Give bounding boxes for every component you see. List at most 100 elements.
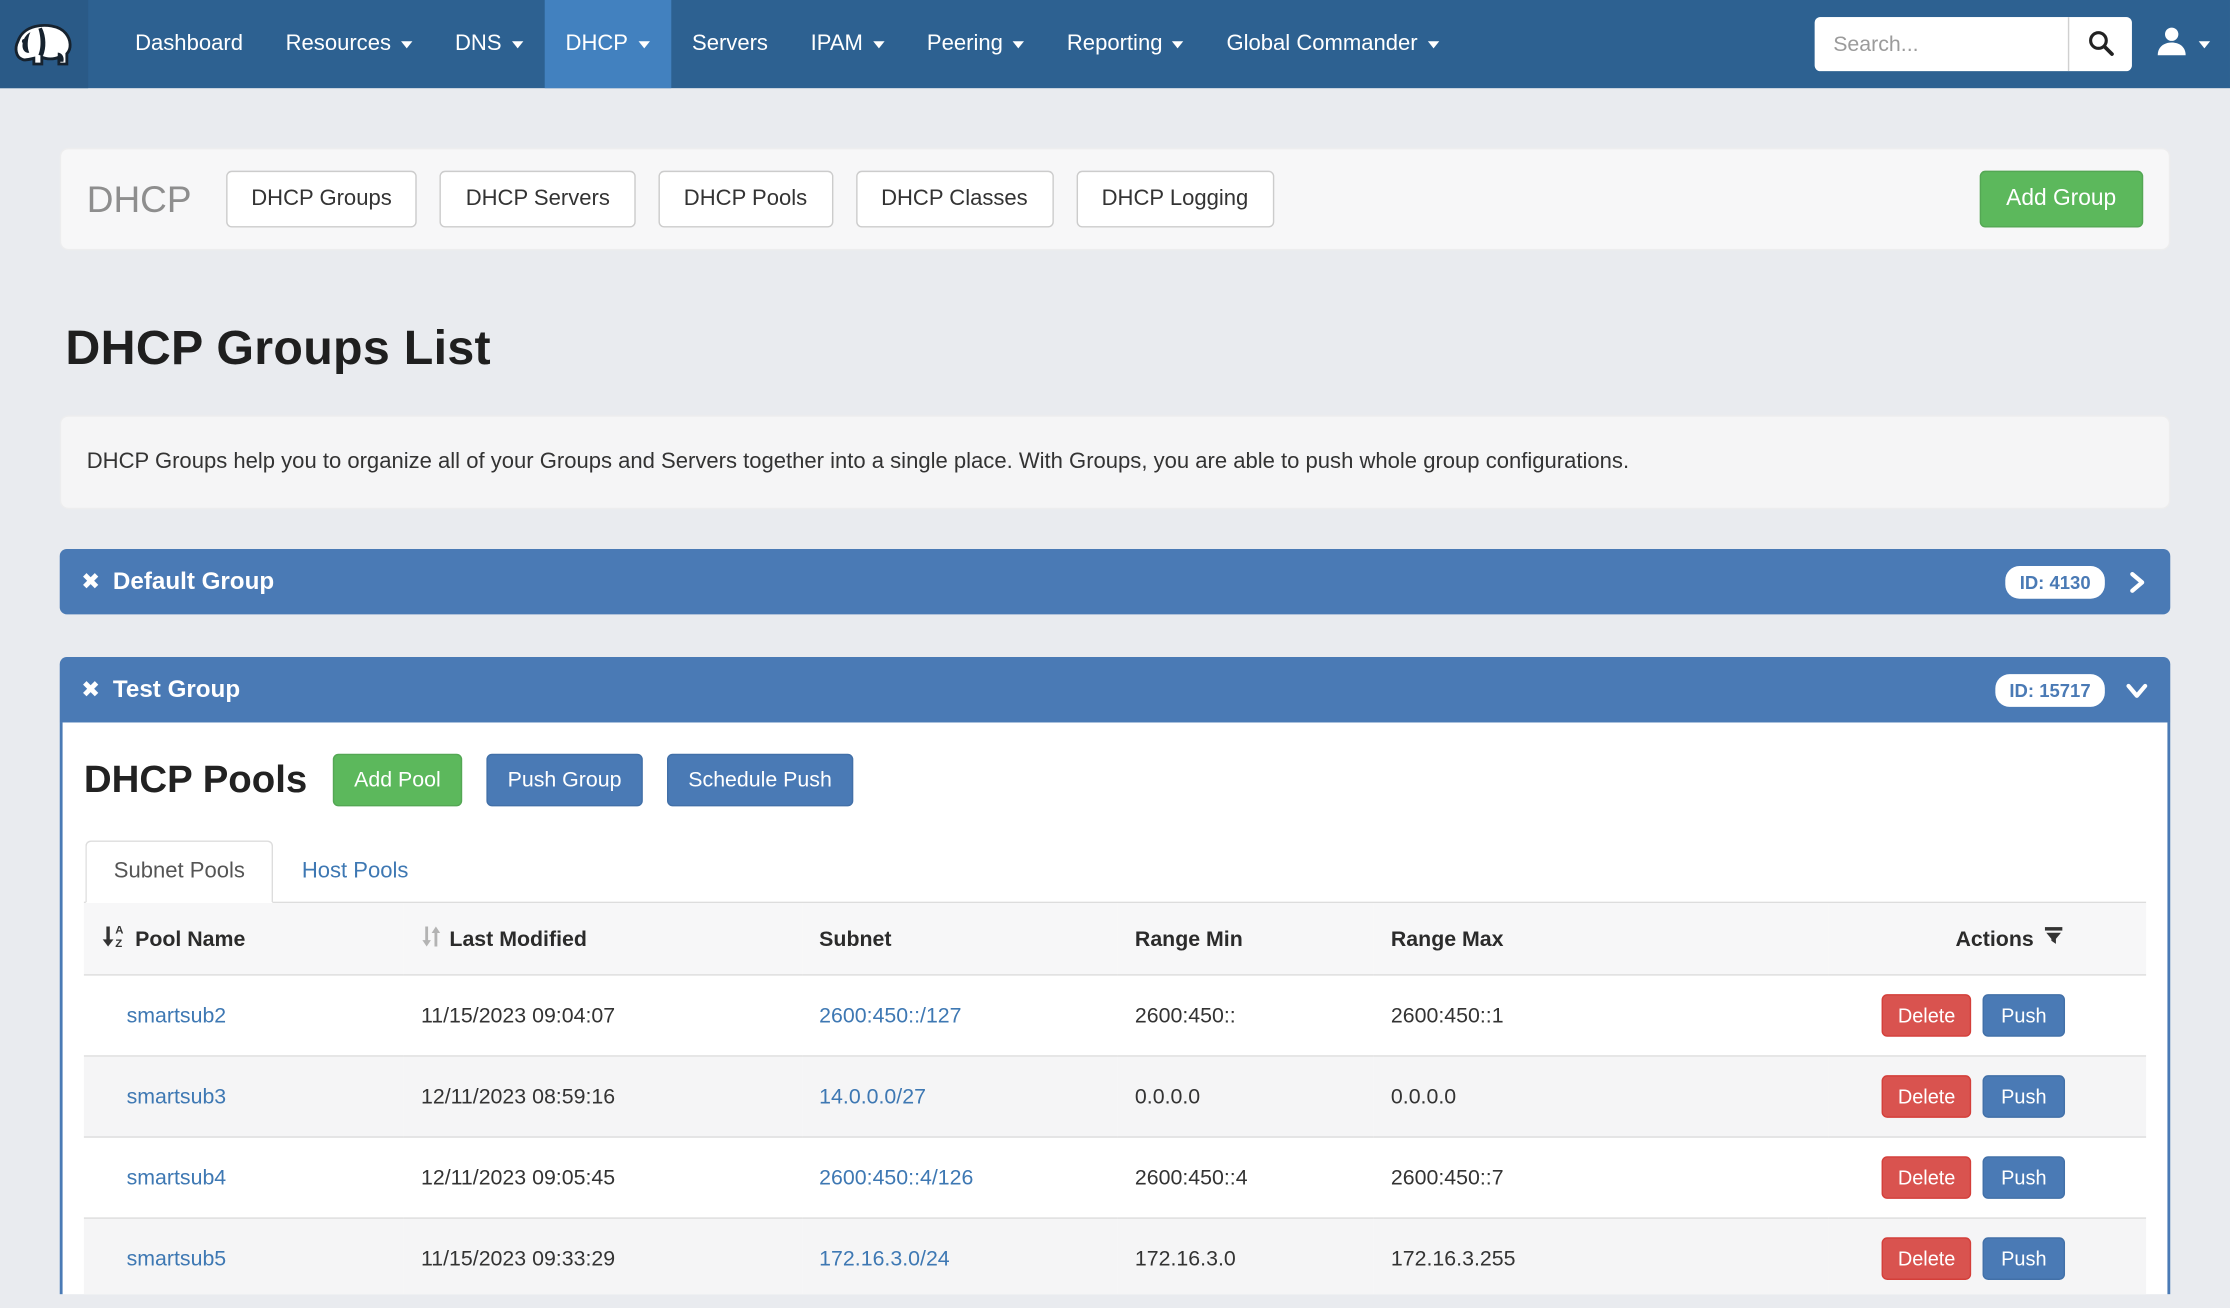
filter-icon[interactable] xyxy=(2042,924,2065,952)
caret-down-icon xyxy=(873,41,884,48)
main-nav: Dashboard Resources DNS DHCP Servers IPA… xyxy=(114,0,1461,88)
sort-alpha-desc-icon: A Z xyxy=(101,923,127,954)
page-description: DHCP Groups help you to organize all of … xyxy=(60,415,2171,509)
group-name: Default Group xyxy=(113,567,274,595)
last-modified-cell: 12/11/2023 09:05:45 xyxy=(404,1137,802,1218)
caret-down-icon xyxy=(511,41,522,48)
pool-name-link[interactable]: smartsub5 xyxy=(127,1247,227,1271)
caret-down-icon xyxy=(1172,41,1183,48)
subnet-pools-table: A Z Pool Name xyxy=(84,903,2146,1294)
subnet-link[interactable]: 172.16.3.0/24 xyxy=(819,1247,950,1271)
chevron-down-icon[interactable] xyxy=(2125,678,2149,702)
push-pool-button[interactable]: Push xyxy=(1983,994,2065,1037)
table-row: smartsub2 11/15/2023 09:04:07 2600:450::… xyxy=(84,975,2146,1056)
navbar-right xyxy=(1815,0,2230,88)
top-navbar: Dashboard Resources DNS DHCP Servers IPA… xyxy=(0,0,2230,88)
group-id-badge: ID: 15717 xyxy=(1995,673,2105,706)
range-min-cell: 172.16.3.0 xyxy=(1118,1218,1374,1294)
group-name: Test Group xyxy=(113,676,240,704)
nav-item-global-commander[interactable]: Global Commander xyxy=(1205,0,1460,88)
nav-item-reporting[interactable]: Reporting xyxy=(1046,0,1206,88)
dhcp-classes-button[interactable]: DHCP Classes xyxy=(855,171,1053,228)
nav-item-servers[interactable]: Servers xyxy=(671,0,790,88)
range-max-cell: 0.0.0.0 xyxy=(1374,1056,1829,1137)
column-header-range-max[interactable]: Range Max xyxy=(1374,903,1829,975)
pool-name-link[interactable]: smartsub4 xyxy=(127,1165,227,1189)
dhcp-servers-button[interactable]: DHCP Servers xyxy=(440,171,635,228)
sort-both-icon xyxy=(421,924,441,954)
nav-item-ipam[interactable]: IPAM xyxy=(789,0,905,88)
caret-down-icon xyxy=(401,41,412,48)
subnet-link[interactable]: 2600:450::/127 xyxy=(819,1003,961,1027)
push-group-button[interactable]: Push Group xyxy=(486,754,643,807)
column-header-subnet[interactable]: Subnet xyxy=(802,903,1118,975)
caret-down-icon xyxy=(1428,41,1439,48)
page-title: DHCP Groups List xyxy=(65,321,2164,376)
nav-item-resources[interactable]: Resources xyxy=(264,0,433,88)
column-header-range-min[interactable]: Range Min xyxy=(1118,903,1374,975)
add-pool-button[interactable]: Add Pool xyxy=(333,754,462,807)
range-min-cell: 0.0.0.0 xyxy=(1118,1056,1374,1137)
dhcp-pools-title: DHCP Pools xyxy=(84,758,307,802)
svg-text:A: A xyxy=(115,925,123,937)
search-icon xyxy=(2086,28,2114,61)
dhcp-section-toolbar: DHCP DHCP Groups DHCP Servers DHCP Pools… xyxy=(60,148,2171,250)
chevron-right-icon[interactable] xyxy=(2125,570,2149,594)
range-max-cell: 2600:450::7 xyxy=(1374,1137,1829,1218)
svg-text:Z: Z xyxy=(115,938,122,948)
last-modified-cell: 12/11/2023 08:59:16 xyxy=(404,1056,802,1137)
delete-pool-button[interactable]: Delete xyxy=(1882,1237,1971,1280)
nav-item-dhcp[interactable]: DHCP xyxy=(544,0,670,88)
last-modified-cell: 11/15/2023 09:04:07 xyxy=(404,975,802,1056)
table-row: smartsub5 11/15/2023 09:33:29 172.16.3.0… xyxy=(84,1218,2146,1294)
subnet-link[interactable]: 2600:450::4/126 xyxy=(819,1165,973,1189)
test-group-panel-body: DHCP Pools Add Pool Push Group Schedule … xyxy=(60,722,2171,1294)
search-input[interactable] xyxy=(1815,17,2068,71)
delete-pool-button[interactable]: Delete xyxy=(1882,1075,1971,1118)
push-pool-button[interactable]: Push xyxy=(1983,1237,2065,1280)
dhcp-logging-button[interactable]: DHCP Logging xyxy=(1076,171,1274,228)
push-pool-button[interactable]: Push xyxy=(1983,1075,2065,1118)
dhcp-pools-button[interactable]: DHCP Pools xyxy=(658,171,833,228)
schedule-push-button[interactable]: Schedule Push xyxy=(667,754,853,807)
nav-item-peering[interactable]: Peering xyxy=(906,0,1046,88)
column-header-pool-name[interactable]: A Z Pool Name xyxy=(84,903,404,975)
tab-subnet-pools[interactable]: Subnet Pools xyxy=(85,841,273,904)
range-min-cell: 2600:450::4 xyxy=(1118,1137,1374,1218)
group-id-badge: ID: 4130 xyxy=(2005,565,2104,598)
nav-item-dns[interactable]: DNS xyxy=(434,0,545,88)
section-title: DHCP xyxy=(87,177,192,221)
app-logo[interactable] xyxy=(0,0,88,88)
user-menu[interactable] xyxy=(2155,23,2210,64)
table-row: smartsub3 12/11/2023 08:59:16 14.0.0.0/2… xyxy=(84,1056,2146,1137)
nav-item-dashboard[interactable]: Dashboard xyxy=(114,0,265,88)
push-pool-button[interactable]: Push xyxy=(1983,1156,2065,1199)
last-modified-cell: 11/15/2023 09:33:29 xyxy=(404,1218,802,1294)
dhcp-pools-header: DHCP Pools Add Pool Push Group Schedule … xyxy=(84,754,2146,807)
delete-pool-button[interactable]: Delete xyxy=(1882,1156,1971,1199)
add-group-button[interactable]: Add Group xyxy=(1979,171,2143,228)
delete-pool-button[interactable]: Delete xyxy=(1882,994,1971,1037)
caret-down-icon xyxy=(2199,41,2210,48)
search-button[interactable] xyxy=(2068,17,2132,71)
pool-name-link[interactable]: smartsub3 xyxy=(127,1084,227,1108)
tab-host-pools[interactable]: Host Pools xyxy=(273,841,436,904)
caret-down-icon xyxy=(1013,41,1024,48)
remove-group-icon[interactable]: ✖ xyxy=(81,676,100,704)
subnet-link[interactable]: 14.0.0.0/27 xyxy=(819,1084,926,1108)
group-bar-test-group[interactable]: ✖ Test Group ID: 15717 xyxy=(60,657,2171,722)
group-bar-default-group[interactable]: ✖ Default Group ID: 4130 xyxy=(60,549,2171,614)
remove-group-icon[interactable]: ✖ xyxy=(81,567,100,595)
range-max-cell: 172.16.3.255 xyxy=(1374,1218,1829,1294)
range-min-cell: 2600:450:: xyxy=(1118,975,1374,1056)
range-max-cell: 2600:450::1 xyxy=(1374,975,1829,1056)
table-header-row: A Z Pool Name xyxy=(84,903,2146,975)
dhcp-groups-button[interactable]: DHCP Groups xyxy=(226,171,418,228)
column-header-last-modified[interactable]: Last Modified xyxy=(404,903,802,975)
column-header-actions: Actions xyxy=(1829,903,2146,975)
user-icon xyxy=(2155,23,2189,64)
pool-name-link[interactable]: smartsub2 xyxy=(127,1003,227,1027)
caret-down-icon xyxy=(638,41,649,48)
pool-tabs: Subnet Pools Host Pools xyxy=(84,841,2146,904)
elephant-logo-icon xyxy=(7,6,81,81)
